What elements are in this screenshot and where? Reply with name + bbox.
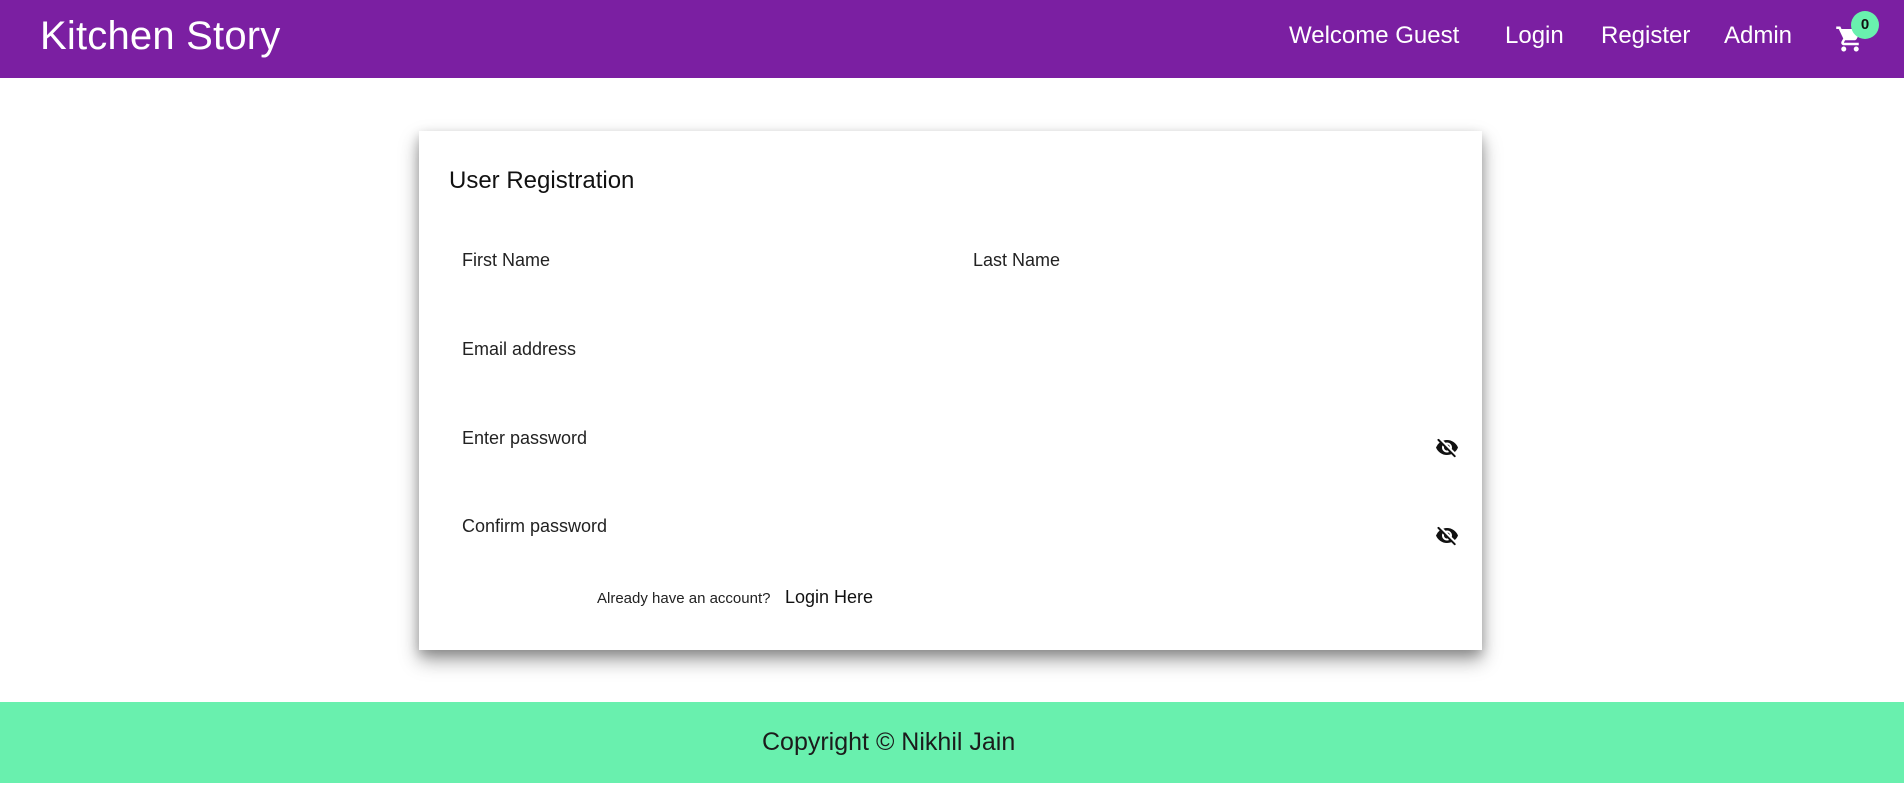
nav-login-link[interactable]: Login — [1505, 22, 1564, 50]
password-input[interactable] — [449, 416, 1460, 472]
copyright-text: Copyright © Nikhil Jain — [762, 728, 1016, 756]
email-field: Email address — [449, 327, 1460, 383]
email-input[interactable] — [449, 327, 1460, 383]
visibility-off-icon[interactable] — [1434, 436, 1460, 460]
confirm-password-input[interactable] — [449, 504, 1460, 560]
login-here-link[interactable]: Login Here — [785, 587, 873, 608]
last-name-field: Last Name — [960, 238, 1460, 294]
brand-title[interactable]: Kitchen Story — [40, 14, 281, 59]
password-field: Enter password — [449, 416, 1460, 472]
footer: Copyright © Nikhil Jain — [0, 702, 1904, 783]
visibility-off-icon[interactable] — [1434, 524, 1460, 548]
nav-register-link[interactable]: Register — [1601, 22, 1690, 50]
form-fields: First Name Last Name Email address Enter… — [449, 131, 1460, 650]
cart-count-badge: 0 — [1851, 11, 1879, 39]
nav-admin-link[interactable]: Admin — [1724, 22, 1792, 50]
welcome-text: Welcome Guest — [1289, 22, 1460, 49]
first-name-input[interactable] — [449, 238, 947, 294]
confirm-password-field: Confirm password — [449, 504, 1460, 560]
last-name-input[interactable] — [960, 238, 1460, 294]
navbar: Kitchen Story Welcome Guest Login Regist… — [0, 0, 1904, 78]
already-have-account-text: Already have an account? — [597, 590, 771, 607]
first-name-field: First Name — [449, 238, 947, 294]
registration-card: User Registration First Name Last Name E… — [419, 131, 1482, 650]
